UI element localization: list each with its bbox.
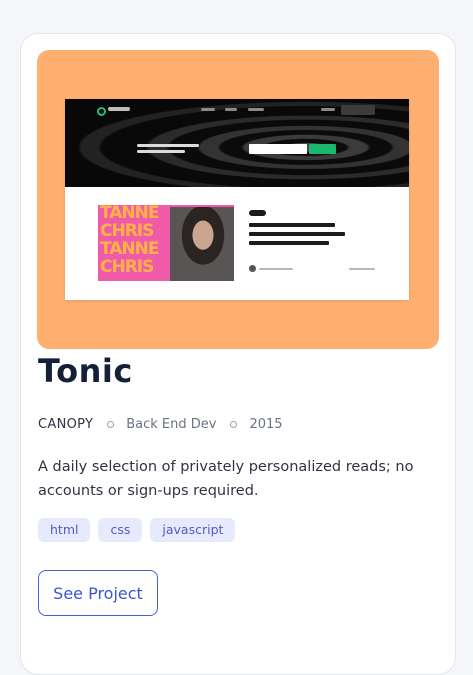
tag-chip: css [98, 518, 143, 542]
project-thumbnail[interactable]: TANNE CHRIS TANNE CHRIS [37, 50, 439, 349]
tag-chip: javascript [150, 518, 236, 542]
project-meta: CANOPY Back End Dev 2015 [38, 417, 283, 432]
banner-word: CHRIS [100, 257, 154, 277]
nav-line [248, 108, 264, 111]
project-year: 2015 [249, 417, 283, 432]
website-screenshot: TANNE CHRIS TANNE CHRIS [65, 99, 409, 300]
separator-dot-icon [107, 421, 115, 428]
article-tag [249, 210, 266, 216]
nav-line [225, 108, 237, 111]
hero-text-line [137, 150, 185, 153]
project-description: A daily selection of privately personali… [38, 459, 414, 499]
headline-line [249, 223, 335, 227]
author-line [259, 268, 293, 270]
separator-dot-icon [230, 421, 238, 428]
logo-text [108, 107, 130, 111]
author-avatar [249, 265, 256, 272]
tag-chip: html [38, 518, 91, 542]
project-card: TANNE CHRIS TANNE CHRIS Tonic CANOPY Bac… [20, 33, 456, 675]
article-banner-image: TANNE CHRIS TANNE CHRIS [98, 205, 234, 281]
see-project-button[interactable]: See Project [38, 570, 158, 616]
project-role: Back End Dev [126, 417, 217, 432]
hero-button [309, 144, 336, 154]
date-line [349, 268, 375, 270]
banner-word: TANNE [100, 239, 160, 259]
screenshot-hero [65, 99, 409, 187]
banner-word: CHRIS [100, 221, 154, 241]
nav-line [201, 108, 215, 111]
nav-button [341, 105, 375, 115]
headline-line [249, 232, 345, 236]
hero-text-line [137, 144, 199, 147]
tag-list: html css javascript [38, 518, 236, 542]
portrait-image [170, 207, 234, 281]
headline-line [249, 241, 329, 245]
logo-icon [97, 107, 106, 116]
company-name: CANOPY [38, 417, 94, 432]
nav-line [321, 108, 335, 111]
hero-input [249, 144, 307, 154]
project-title: Tonic [38, 352, 133, 390]
